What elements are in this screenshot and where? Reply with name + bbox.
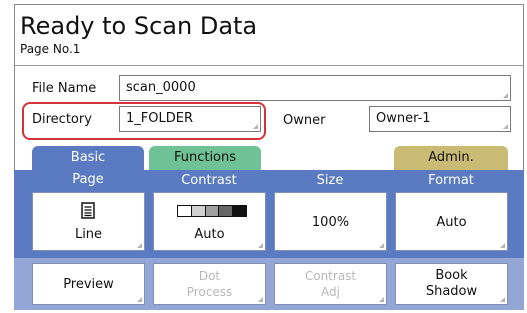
contrast-scale-icon — [177, 205, 247, 217]
dot-process-label-line2: Process — [186, 285, 233, 299]
page-title: Ready to Scan Data — [20, 12, 258, 40]
directory-field[interactable]: 1_FOLDER — [119, 106, 261, 132]
field-corner-icon — [253, 124, 258, 129]
button-corner-icon — [258, 243, 263, 248]
tab-functions[interactable]: Functions — [149, 146, 261, 170]
column-label-format: Format — [428, 173, 474, 188]
page-number: Page No.1 — [20, 42, 81, 56]
directory-value: 1_FOLDER — [126, 111, 193, 126]
directory-label: Directory — [32, 112, 92, 127]
format-button-label: Auto — [436, 215, 467, 230]
dot-process-button[interactable]: Dot Process — [153, 263, 266, 305]
file-name-value: scan_0000 — [126, 80, 196, 95]
file-name-field[interactable]: scan_0000 — [119, 75, 511, 101]
contrast-adj-label-line1: Contrast — [304, 269, 357, 283]
book-shadow-label-line1: Book — [435, 268, 468, 283]
button-corner-icon — [258, 297, 263, 302]
document-icon — [81, 202, 95, 219]
owner-label: Owner — [283, 113, 326, 128]
button-corner-icon — [500, 297, 505, 302]
page-button[interactable]: Line — [32, 192, 145, 251]
column-label-page: Page — [72, 172, 104, 187]
dot-process-label-line1: Dot — [198, 269, 221, 283]
button-corner-icon — [500, 243, 505, 248]
owner-value: Owner-1 — [376, 111, 431, 126]
button-corner-icon — [379, 243, 384, 248]
column-label-size: Size — [316, 173, 344, 188]
column-label-contrast: Contrast — [181, 173, 237, 188]
header-divider — [14, 65, 524, 66]
tab-admin[interactable]: Admin. — [394, 146, 508, 170]
book-shadow-button[interactable]: Book Shadow — [395, 263, 508, 305]
button-corner-icon — [137, 297, 142, 302]
owner-field[interactable]: Owner-1 — [369, 106, 511, 132]
tab-basic[interactable]: Basic — [32, 146, 144, 170]
button-corner-icon — [379, 297, 384, 302]
preview-button[interactable]: Preview — [32, 263, 145, 305]
field-corner-icon — [503, 124, 508, 129]
header: Ready to Scan Data Page No.1 — [20, 12, 257, 56]
file-name-label: File Name — [32, 81, 97, 96]
tab-bar: Basic Functions Admin. — [14, 146, 524, 170]
button-corner-icon — [137, 243, 142, 248]
field-corner-icon — [503, 93, 508, 98]
contrast-button-label: Auto — [194, 227, 225, 242]
size-button-label: 100% — [311, 215, 350, 230]
format-button[interactable]: Auto — [395, 192, 508, 251]
book-shadow-label-line2: Shadow — [425, 284, 478, 299]
contrast-button[interactable]: Auto — [153, 192, 266, 251]
preview-button-label: Preview — [63, 277, 114, 292]
page-button-label: Line — [74, 227, 103, 242]
contrast-adj-button[interactable]: Contrast Adj — [274, 263, 387, 305]
size-button[interactable]: 100% — [274, 192, 387, 251]
contrast-adj-label-line2: Adj — [321, 285, 340, 299]
